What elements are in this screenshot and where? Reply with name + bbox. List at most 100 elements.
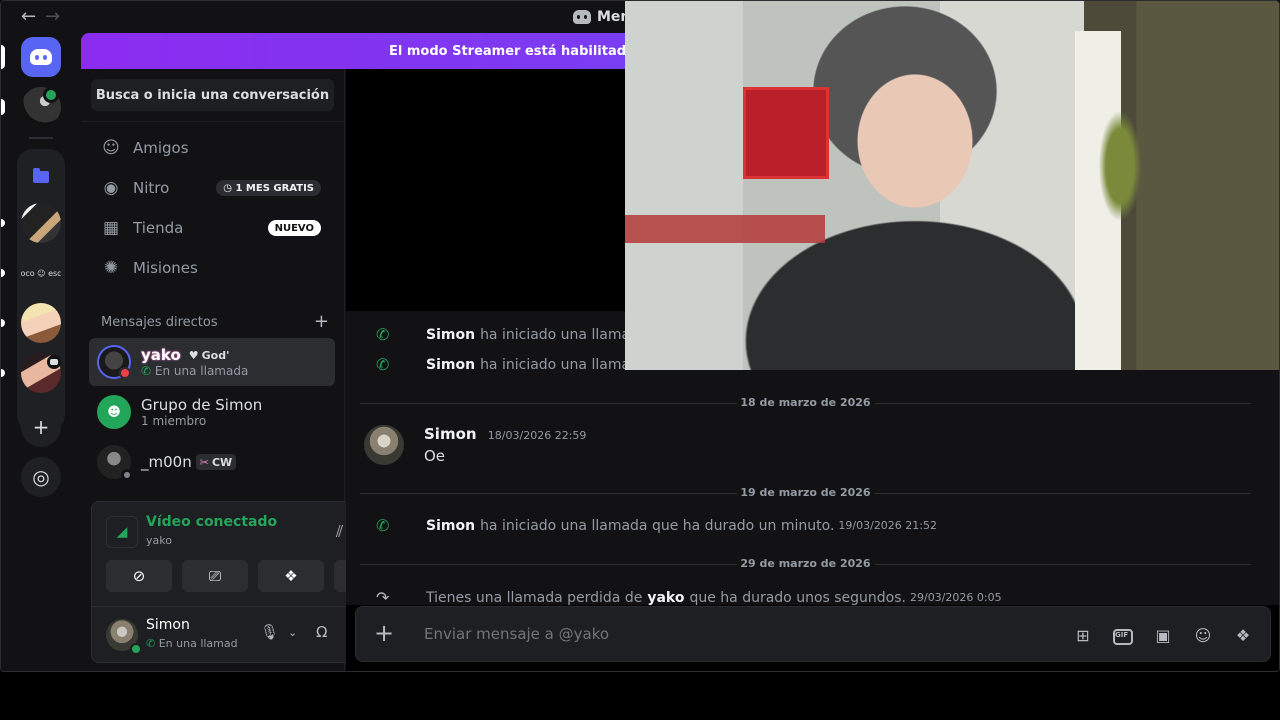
attach-plus-icon[interactable]: +	[374, 619, 394, 647]
new-badge: NUEVO	[267, 220, 321, 236]
kitchen-tiles	[625, 215, 825, 243]
message-body: Oe	[424, 447, 446, 465]
discord-logo-icon	[30, 49, 52, 65]
discord-logo-icon	[573, 10, 591, 24]
selected-indicator	[1, 45, 5, 69]
message-timestamp: 19/03/2026 21:52	[838, 519, 938, 532]
kitchen-cabinet	[743, 87, 829, 179]
unread-dot	[1, 369, 5, 377]
nav-nitro[interactable]: ◉ Nitro ◷ 1 MES GRATIS	[89, 168, 337, 208]
dm-name: Grupo de Simon	[141, 396, 263, 414]
plus-icon: +	[32, 415, 50, 439]
forward-arrow-icon[interactable]: →	[45, 7, 60, 27]
nav-label: Misiones	[133, 259, 198, 277]
phone-icon: ✆	[146, 637, 156, 650]
avatar	[97, 445, 133, 481]
message-avatar[interactable]	[364, 425, 404, 465]
dm-item-group[interactable]: ☻ Grupo de Simon 1 miembro	[89, 388, 335, 436]
home-button[interactable]	[21, 37, 61, 77]
call-icon: ✆	[376, 325, 390, 344]
phone-icon: ✆	[141, 364, 152, 378]
server-icon[interactable]	[21, 303, 61, 343]
screen-share-icon: ⎚	[208, 567, 221, 585]
video-badge-icon	[43, 87, 59, 103]
user-status: ✆ En una llamada	[146, 637, 238, 650]
guild-tag: ✂ CW	[195, 454, 237, 470]
webcam-video-overlay	[625, 1, 1279, 370]
guild-tag: ♥ God'	[184, 347, 234, 363]
dm-header-label: Mensajes directos	[101, 315, 218, 330]
headphones-icon[interactable]: Ω	[316, 623, 327, 641]
dm-status: En una llamada	[154, 364, 249, 378]
folder-icon[interactable]	[21, 157, 61, 197]
nav-label: Tienda	[133, 219, 184, 237]
dnd-status-icon	[119, 367, 131, 379]
server-rail: oco ☺ esc + ◎	[1, 33, 81, 671]
explore-button[interactable]: ◎	[21, 457, 61, 497]
dm-name: _m00n	[141, 453, 192, 471]
date-divider: 18 de marzo de 2026	[360, 396, 1251, 409]
dm-item-yako[interactable]: yako ♥ God' ✆ En una llamada	[89, 338, 335, 386]
activities-button[interactable]: ❖	[258, 560, 324, 592]
activities-icon: ❖	[284, 567, 298, 585]
nav-friends[interactable]: ☺ Amigos	[89, 128, 337, 168]
online-status-icon	[130, 643, 142, 655]
message-timestamp: 29/03/2026 0:05	[909, 591, 1002, 604]
gif-button[interactable]: GIF	[1112, 624, 1134, 646]
system-message: ✆ Simon ha iniciado una llamada	[376, 355, 648, 374]
system-message: ↷ Tienes una llamada perdida de yako que…	[376, 588, 1002, 607]
call-icon: ✆	[376, 355, 390, 374]
screen-share-button[interactable]: ⎚	[182, 560, 248, 592]
rail-separator	[29, 137, 53, 139]
noise-suppression-icon[interactable]: ⫽	[336, 522, 343, 542]
system-message: ✆ Simon ha iniciado una llamada que ha d…	[376, 516, 938, 535]
dm-status: 1 miembro	[141, 414, 207, 428]
unread-dot	[1, 219, 5, 227]
divider	[81, 121, 344, 122]
camera-off-button[interactable]: ⊘	[106, 560, 172, 592]
chat-badge-icon	[47, 355, 61, 369]
dm-section-header: Mensajes directos +	[101, 313, 329, 331]
offline-status-icon	[121, 469, 133, 481]
user-name[interactable]: Simon	[146, 617, 190, 633]
back-arrow-icon[interactable]: ←	[21, 7, 36, 27]
message-input[interactable]	[424, 625, 1024, 643]
nav-quests[interactable]: ✺ Misiones	[89, 248, 337, 288]
apps-icon[interactable]: ❖	[1232, 624, 1254, 646]
gif-icon: GIF	[1113, 628, 1133, 645]
avatar	[97, 345, 131, 379]
system-message: ✆ Simon ha iniciado una llamada	[376, 325, 648, 344]
voice-status-title[interactable]: Vídeo conectado	[146, 514, 277, 530]
group-avatar-icon: ☻	[97, 395, 131, 429]
connection-signal-icon[interactable]: ◢	[106, 516, 138, 548]
shop-icon: ▦	[102, 218, 120, 238]
server-icon[interactable]: oco ☺ esc	[21, 253, 61, 293]
nav-shop[interactable]: ▦ Tienda NUEVO	[89, 208, 337, 248]
search-conversation-button[interactable]: Busca o inicia una conversación	[91, 79, 334, 111]
date-divider: 19 de marzo de 2026	[360, 486, 1251, 499]
dm-sidebar: Busca o inicia una conversación ☺ Amigos…	[81, 69, 414, 671]
dm-item-moon[interactable]: _m00n ✂ CW	[89, 438, 335, 486]
friends-icon: ☺	[102, 138, 120, 158]
server-icon[interactable]	[21, 203, 61, 243]
plant	[1095, 101, 1145, 231]
unread-dot	[1, 269, 5, 277]
chevron-down-icon[interactable]: ⌄	[288, 626, 297, 639]
nitro-badge: ◷ 1 MES GRATIS	[216, 180, 321, 196]
message-composer: + ⊞ GIF ▣ ☺ ❖	[355, 606, 1271, 662]
camera-off-icon: ⊘	[132, 567, 146, 585]
gift-icon[interactable]: ⊞	[1072, 624, 1094, 646]
nav-label: Amigos	[133, 139, 189, 157]
new-dm-plus-icon[interactable]: +	[314, 313, 329, 331]
emoji-icon[interactable]: ☺	[1192, 624, 1214, 646]
nitro-icon: ◉	[103, 178, 119, 198]
microphone-icon[interactable]: 🎙	[260, 623, 279, 641]
message-author[interactable]: Simon 18/03/2026 22:59	[424, 425, 586, 443]
add-server-button[interactable]: +	[21, 407, 61, 447]
window-title: Men	[573, 9, 630, 25]
missed-call-icon: ↷	[376, 588, 390, 607]
sticker-icon[interactable]: ▣	[1152, 624, 1174, 646]
voice-channel-name: yako	[146, 534, 172, 547]
dm-name: yako	[141, 346, 181, 364]
compass-icon: ◎	[32, 465, 50, 489]
